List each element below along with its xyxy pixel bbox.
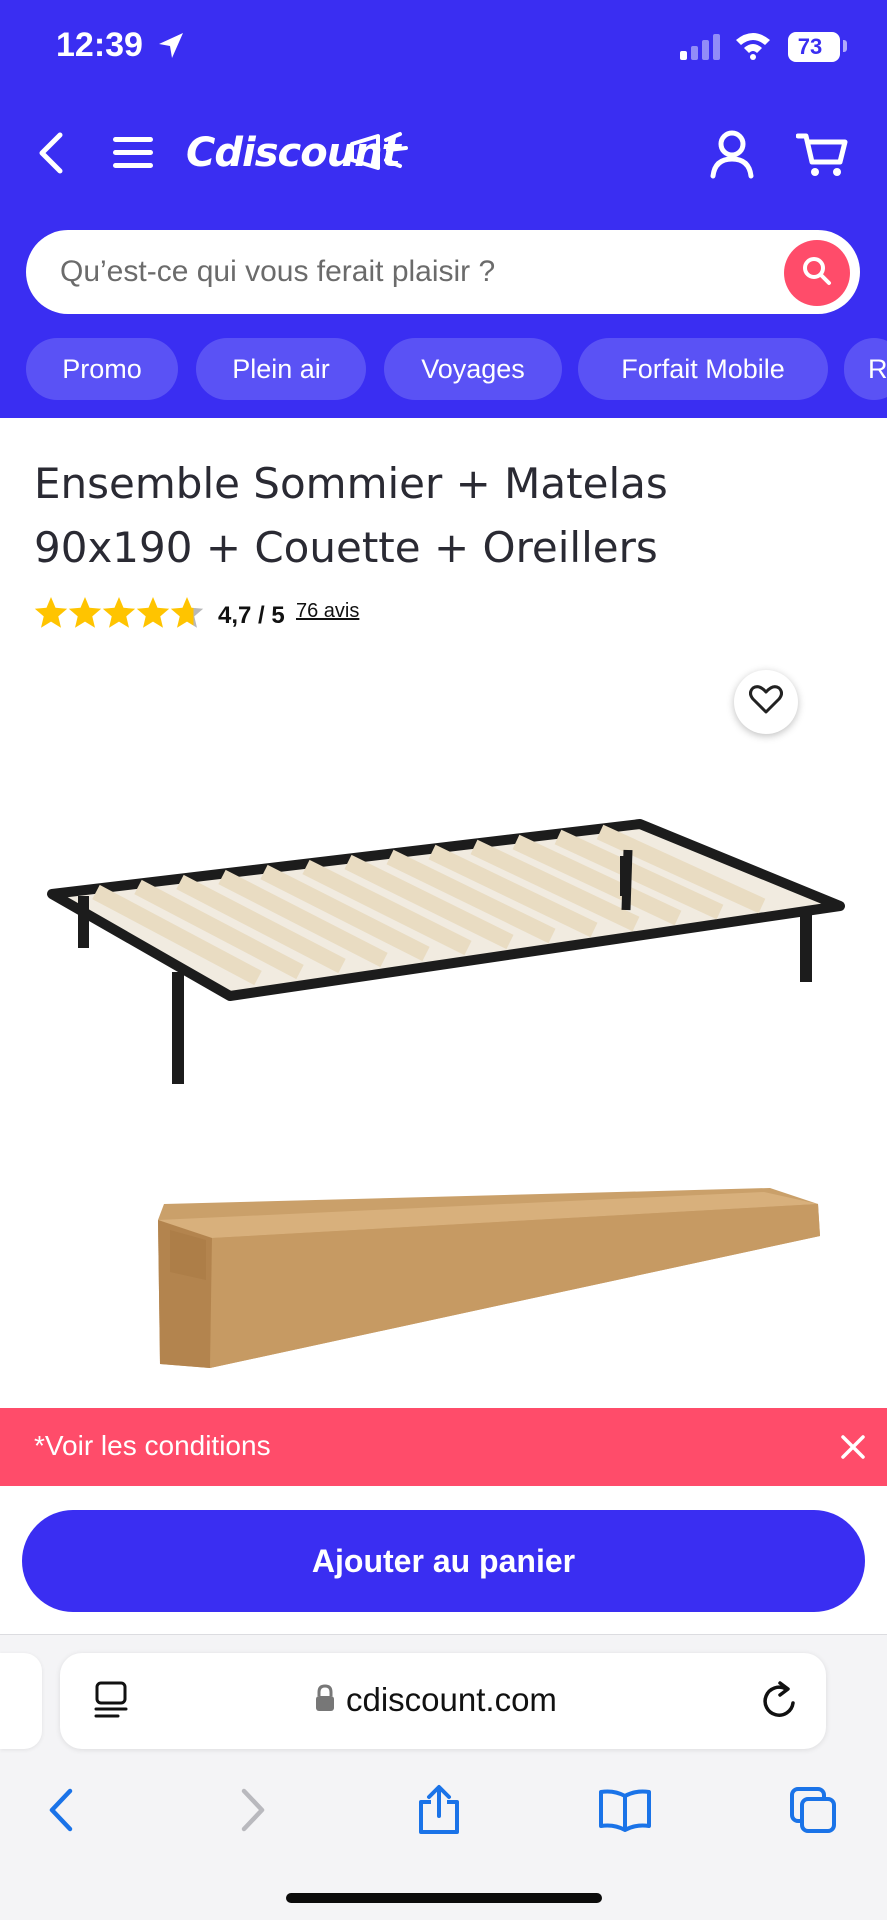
page: 12:39 73 Cdiscount Qu’est-ce qui vous fe… — [0, 0, 887, 1920]
close-icon[interactable] — [836, 1430, 870, 1464]
site-header: Cdiscount — [0, 110, 887, 196]
browser-toolbar — [0, 1765, 887, 1855]
chip-forfait-mobile[interactable]: Forfait Mobile — [578, 338, 828, 400]
star-icon — [102, 597, 136, 628]
lock-icon — [314, 1683, 336, 1718]
product-title-line-2: 90x190 + Couette + Oreillers — [34, 523, 658, 572]
status-time: 12:39 — [56, 26, 143, 64]
browser-bottom-bar: cdiscount.com — [0, 1634, 887, 1920]
cellular-signal-icon — [680, 34, 722, 65]
address-bar[interactable]: cdiscount.com — [60, 1653, 826, 1749]
top-header-area: 12:39 73 Cdiscount Qu’est-ce qui vous fe… — [0, 0, 887, 418]
back-arrow-icon[interactable] — [26, 1775, 96, 1845]
conditions-link[interactable]: *Voir les conditions — [34, 1430, 271, 1462]
hamburger-menu-icon[interactable] — [108, 128, 158, 178]
favorite-button[interactable] — [734, 670, 798, 734]
product-title: Ensemble Sommier + Matelas 90x190 + Coue… — [34, 452, 854, 580]
megaphone-logo-icon — [348, 130, 410, 181]
account-icon[interactable] — [704, 126, 760, 182]
back-icon[interactable] — [28, 128, 74, 178]
battery-level: 73 — [797, 34, 823, 59]
star-icon — [170, 597, 204, 628]
add-to-cart-area: Ajouter au panier — [0, 1486, 887, 1634]
battery-nub — [843, 40, 847, 52]
star-icon — [68, 597, 102, 628]
reviews-link[interactable]: 76 avis — [296, 600, 359, 623]
status-bar: 12:39 73 — [0, 0, 887, 96]
mattress-box-illustration — [158, 1188, 820, 1368]
search-input[interactable] — [60, 230, 780, 314]
wifi-icon — [734, 30, 772, 65]
bed-base-and-box-illustration — [47, 819, 845, 1368]
star-icon — [34, 597, 68, 628]
cart-icon[interactable] — [792, 126, 852, 182]
share-icon[interactable] — [404, 1775, 474, 1845]
bookmarks-icon[interactable] — [590, 1775, 660, 1845]
home-indicator — [286, 1893, 602, 1903]
product-title-line-1: Ensemble Sommier + Matelas — [34, 459, 668, 508]
location-arrow-icon — [156, 30, 186, 67]
bed-base-illustration — [47, 819, 845, 1084]
previous-tab-preview[interactable] — [0, 1653, 42, 1749]
category-chips: Promo Plein air Voyages Forfait Mobile R — [26, 338, 887, 402]
conditions-banner: *Voir les conditions — [0, 1408, 887, 1486]
star-rating-icon — [34, 597, 204, 628]
product-image[interactable] — [30, 760, 860, 1380]
heart-icon — [749, 684, 783, 720]
chip-voyages[interactable]: Voyages — [384, 338, 562, 400]
battery-icon: 73 — [788, 32, 840, 62]
search-icon — [801, 255, 833, 292]
star-icon — [136, 597, 170, 628]
search-bar — [26, 230, 860, 314]
reader-icon[interactable] — [94, 1681, 128, 1724]
chip-partial[interactable]: R — [844, 338, 887, 400]
chip-plein-air[interactable]: Plein air — [196, 338, 366, 400]
forward-arrow-icon[interactable] — [218, 1775, 288, 1845]
chip-promo[interactable]: Promo — [26, 338, 178, 400]
search-button[interactable] — [784, 240, 850, 306]
add-to-cart-button[interactable]: Ajouter au panier — [22, 1510, 865, 1612]
tabs-icon[interactable] — [778, 1775, 848, 1845]
url-text: cdiscount.com — [346, 1681, 557, 1718]
reload-icon[interactable] — [760, 1679, 800, 1726]
rating-value: 4,7 / 5 — [218, 602, 285, 629]
